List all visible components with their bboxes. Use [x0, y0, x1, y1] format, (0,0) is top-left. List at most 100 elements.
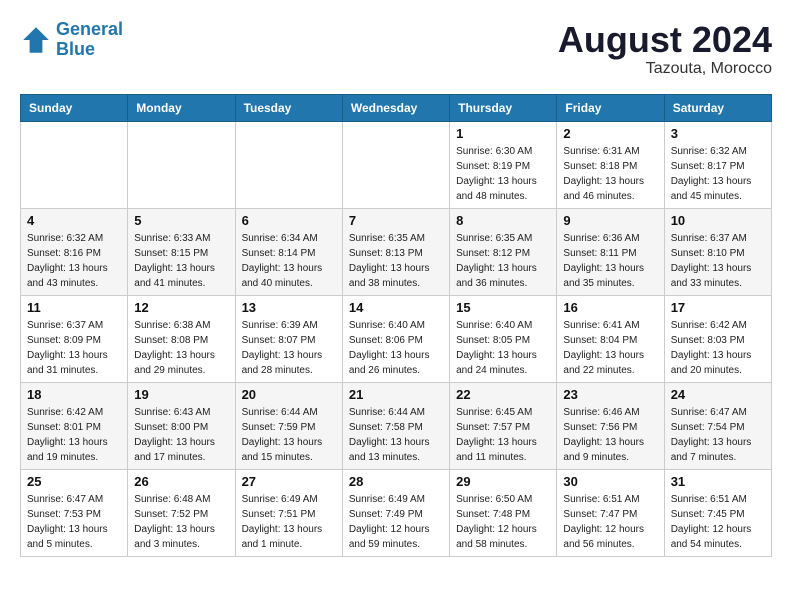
- col-header-wednesday: Wednesday: [342, 94, 449, 121]
- day-info: Sunrise: 6:49 AMSunset: 7:49 PMDaylight:…: [349, 492, 443, 552]
- day-number: 19: [134, 387, 228, 402]
- day-info: Sunrise: 6:44 AMSunset: 7:58 PMDaylight:…: [349, 405, 443, 465]
- day-info: Sunrise: 6:32 AMSunset: 8:16 PMDaylight:…: [27, 231, 121, 291]
- col-header-sunday: Sunday: [21, 94, 128, 121]
- calendar-cell: 30 Sunrise: 6:51 AMSunset: 7:47 PMDayligh…: [557, 469, 664, 556]
- day-number: 6: [242, 213, 336, 228]
- calendar-cell: 17 Sunrise: 6:42 AMSunset: 8:03 PMDayligh…: [664, 295, 771, 382]
- day-number: 24: [671, 387, 765, 402]
- day-info: Sunrise: 6:50 AMSunset: 7:48 PMDaylight:…: [456, 492, 550, 552]
- day-info: Sunrise: 6:44 AMSunset: 7:59 PMDaylight:…: [242, 405, 336, 465]
- day-number: 29: [456, 474, 550, 489]
- calendar-cell: 9Sunrise: 6:36 AMSunset: 8:11 PMDaylight…: [557, 208, 664, 295]
- calendar-cell: 1Sunrise: 6:30 AMSunset: 8:19 PMDaylight…: [450, 121, 557, 208]
- day-info: Sunrise: 6:47 AMSunset: 7:54 PMDaylight:…: [671, 405, 765, 465]
- day-number: 28: [349, 474, 443, 489]
- calendar-cell: 29 Sunrise: 6:50 AMSunset: 7:48 PMDayligh…: [450, 469, 557, 556]
- day-number: 8: [456, 213, 550, 228]
- day-info: Sunrise: 6:34 AMSunset: 8:14 PMDaylight:…: [242, 231, 336, 291]
- logo-icon: [20, 24, 52, 56]
- week-row-1: 1Sunrise: 6:30 AMSunset: 8:19 PMDaylight…: [21, 121, 772, 208]
- calendar-cell: 14Sunrise: 6:40 AMSunset: 8:06 PMDayligh…: [342, 295, 449, 382]
- calendar-cell: 8 Sunrise: 6:35 AMSunset: 8:12 PMDaylight…: [450, 208, 557, 295]
- day-number: 5: [134, 213, 228, 228]
- month-year: August 2024: [558, 20, 772, 60]
- logo-text: General Blue: [56, 20, 123, 60]
- logo: General Blue: [20, 20, 123, 60]
- calendar-cell: 4 Sunrise: 6:32 AMSunset: 8:16 PMDaylight…: [21, 208, 128, 295]
- calendar-cell: 27Sunrise: 6:49 AMSunset: 7:51 PMDayligh…: [235, 469, 342, 556]
- calendar-cell: 24 Sunrise: 6:47 AMSunset: 7:54 PMDayligh…: [664, 382, 771, 469]
- calendar-cell: 12Sunrise: 6:38 AMSunset: 8:08 PMDayligh…: [128, 295, 235, 382]
- col-header-tuesday: Tuesday: [235, 94, 342, 121]
- calendar-cell: [128, 121, 235, 208]
- week-row-2: 4 Sunrise: 6:32 AMSunset: 8:16 PMDaylight…: [21, 208, 772, 295]
- calendar-cell: 20 Sunrise: 6:44 AMSunset: 7:59 PMDayligh…: [235, 382, 342, 469]
- day-number: 15: [456, 300, 550, 315]
- calendar-cell: 16Sunrise: 6:41 AMSunset: 8:04 PMDayligh…: [557, 295, 664, 382]
- title-block: August 2024 Tazouta, Morocco: [558, 20, 772, 78]
- calendar-cell: 6 Sunrise: 6:34 AMSunset: 8:14 PMDaylight…: [235, 208, 342, 295]
- day-info: Sunrise: 6:47 AMSunset: 7:53 PMDaylight:…: [27, 492, 121, 552]
- day-info: Sunrise: 6:41 AMSunset: 8:04 PMDaylight:…: [563, 318, 657, 378]
- day-number: 4: [27, 213, 121, 228]
- day-info: Sunrise: 6:37 AMSunset: 8:09 PMDaylight:…: [27, 318, 121, 378]
- day-info: Sunrise: 6:51 AMSunset: 7:47 PMDaylight:…: [563, 492, 657, 552]
- calendar-cell: 26Sunrise: 6:48 AMSunset: 7:52 PMDayligh…: [128, 469, 235, 556]
- day-number: 7: [349, 213, 443, 228]
- day-info: Sunrise: 6:46 AMSunset: 7:56 PMDaylight:…: [563, 405, 657, 465]
- calendar-cell: 13 Sunrise: 6:39 AMSunset: 8:07 PMDayligh…: [235, 295, 342, 382]
- day-number: 2: [563, 126, 657, 141]
- col-header-thursday: Thursday: [450, 94, 557, 121]
- day-number: 17: [671, 300, 765, 315]
- day-info: Sunrise: 6:33 AMSunset: 8:15 PMDaylight:…: [134, 231, 228, 291]
- day-number: 18: [27, 387, 121, 402]
- calendar-cell: 2 Sunrise: 6:31 AMSunset: 8:18 PMDaylight…: [557, 121, 664, 208]
- day-number: 21: [349, 387, 443, 402]
- calendar-cell: 19 Sunrise: 6:43 AMSunset: 8:00 PMDayligh…: [128, 382, 235, 469]
- day-number: 23: [563, 387, 657, 402]
- day-info: Sunrise: 6:42 AMSunset: 8:01 PMDaylight:…: [27, 405, 121, 465]
- calendar-cell: 22Sunrise: 6:45 AMSunset: 7:57 PMDayligh…: [450, 382, 557, 469]
- day-number: 22: [456, 387, 550, 402]
- header-row: SundayMondayTuesdayWednesdayThursdayFrid…: [21, 94, 772, 121]
- day-number: 20: [242, 387, 336, 402]
- day-number: 14: [349, 300, 443, 315]
- calendar-cell: [21, 121, 128, 208]
- calendar-cell: 31Sunrise: 6:51 AMSunset: 7:45 PMDayligh…: [664, 469, 771, 556]
- day-info: Sunrise: 6:40 AMSunset: 8:05 PMDaylight:…: [456, 318, 550, 378]
- day-info: Sunrise: 6:43 AMSunset: 8:00 PMDaylight:…: [134, 405, 228, 465]
- calendar-cell: [342, 121, 449, 208]
- day-info: Sunrise: 6:39 AMSunset: 8:07 PMDaylight:…: [242, 318, 336, 378]
- calendar-cell: 5 Sunrise: 6:33 AMSunset: 8:15 PMDaylight…: [128, 208, 235, 295]
- day-info: Sunrise: 6:31 AMSunset: 8:18 PMDaylight:…: [563, 144, 657, 204]
- calendar-cell: 23 Sunrise: 6:46 AMSunset: 7:56 PMDayligh…: [557, 382, 664, 469]
- day-info: Sunrise: 6:37 AMSunset: 8:10 PMDaylight:…: [671, 231, 765, 291]
- day-number: 3: [671, 126, 765, 141]
- calendar-cell: 18 Sunrise: 6:42 AMSunset: 8:01 PMDayligh…: [21, 382, 128, 469]
- day-number: 30: [563, 474, 657, 489]
- day-info: Sunrise: 6:35 AMSunset: 8:13 PMDaylight:…: [349, 231, 443, 291]
- calendar-cell: 11Sunrise: 6:37 AMSunset: 8:09 PMDayligh…: [21, 295, 128, 382]
- day-info: Sunrise: 6:38 AMSunset: 8:08 PMDaylight:…: [134, 318, 228, 378]
- day-number: 10: [671, 213, 765, 228]
- day-info: Sunrise: 6:30 AMSunset: 8:19 PMDaylight:…: [456, 144, 550, 204]
- week-row-5: 25 Sunrise: 6:47 AMSunset: 7:53 PMDayligh…: [21, 469, 772, 556]
- calendar-cell: 21 Sunrise: 6:44 AMSunset: 7:58 PMDayligh…: [342, 382, 449, 469]
- day-number: 31: [671, 474, 765, 489]
- day-number: 27: [242, 474, 336, 489]
- day-number: 13: [242, 300, 336, 315]
- day-info: Sunrise: 6:42 AMSunset: 8:03 PMDaylight:…: [671, 318, 765, 378]
- day-info: Sunrise: 6:36 AMSunset: 8:11 PMDaylight:…: [563, 231, 657, 291]
- calendar-table: SundayMondayTuesdayWednesdayThursdayFrid…: [20, 94, 772, 557]
- calendar-cell: 25 Sunrise: 6:47 AMSunset: 7:53 PMDayligh…: [21, 469, 128, 556]
- day-info: Sunrise: 6:35 AMSunset: 8:12 PMDaylight:…: [456, 231, 550, 291]
- calendar-cell: 7 Sunrise: 6:35 AMSunset: 8:13 PMDaylight…: [342, 208, 449, 295]
- calendar-cell: 15 Sunrise: 6:40 AMSunset: 8:05 PMDayligh…: [450, 295, 557, 382]
- calendar-cell: 28 Sunrise: 6:49 AMSunset: 7:49 PMDayligh…: [342, 469, 449, 556]
- day-info: Sunrise: 6:32 AMSunset: 8:17 PMDaylight:…: [671, 144, 765, 204]
- location: Tazouta, Morocco: [558, 60, 772, 78]
- day-number: 25: [27, 474, 121, 489]
- page-header: General Blue August 2024 Tazouta, Morocc…: [20, 20, 772, 78]
- week-row-3: 11Sunrise: 6:37 AMSunset: 8:09 PMDayligh…: [21, 295, 772, 382]
